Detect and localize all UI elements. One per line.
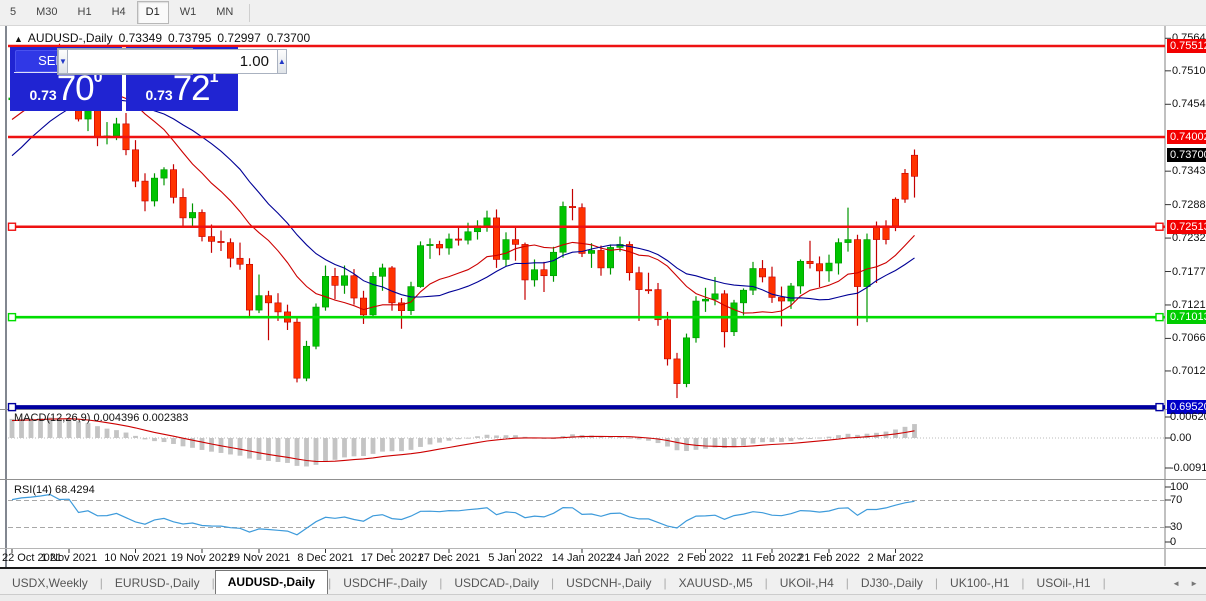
ask-small: 0.73 — [145, 87, 172, 103]
tab-ukoil-h4[interactable]: UKOil-,H4 — [768, 573, 846, 594]
volume-decrease-icon[interactable]: ▼ — [58, 49, 68, 74]
line-price-label: 0.72513 — [1167, 220, 1206, 234]
bid-small: 0.73 — [29, 87, 56, 103]
bid-quote: 0.73700 — [10, 69, 122, 109]
rsi-value: 68.4294 — [55, 484, 95, 496]
price-tick-label: 0.72880 — [1172, 199, 1206, 211]
date-tick-label: 21 Feb 2022 — [798, 552, 860, 564]
current-price-label: 0.73700 — [1167, 148, 1206, 162]
volume-input[interactable] — [68, 49, 277, 74]
tab-usdchf-daily[interactable]: USDCHF-,Daily — [331, 573, 439, 594]
macd-axis-label: -0.009193 — [1170, 462, 1206, 474]
line-price-label: 0.74002 — [1167, 130, 1206, 144]
timeframe-button-h4[interactable]: H4 — [103, 1, 135, 24]
tab-usdx-weekly[interactable]: USDX,Weekly — [0, 573, 100, 594]
ohlc-high: 0.73795 — [168, 31, 211, 45]
line-price-label: 0.75512 — [1167, 39, 1206, 53]
tab-eurusd-daily[interactable]: EURUSD-,Daily — [103, 573, 212, 594]
date-tick-label: 10 Nov 2021 — [104, 552, 166, 564]
date-tick-label: 2 Feb 2022 — [678, 552, 734, 564]
tab-dj30-daily[interactable]: DJ30-,Daily — [849, 573, 935, 594]
tab-xauusd-m5[interactable]: XAUUSD-,M5 — [667, 573, 765, 594]
timeframe-button-mn[interactable]: MN — [207, 1, 242, 24]
macd-axis-label: 0.00 — [1170, 432, 1206, 444]
tab-usdcnh-daily[interactable]: USDCNH-,Daily — [554, 573, 663, 594]
date-tick-label: 11 Feb 2022 — [742, 552, 803, 564]
tab-scroll-arrows: ◄► — [1172, 573, 1198, 594]
price-tick-label: 0.71770 — [1172, 266, 1206, 278]
timeframe-button-5[interactable]: 5 — [1, 1, 25, 24]
timeframe-button-m30[interactable]: M30 — [27, 1, 66, 24]
tab-audusd-daily[interactable]: AUDUSD-,Daily — [215, 570, 328, 594]
macd-value-signal: 0.002383 — [142, 412, 188, 424]
tab-scroll-right-icon[interactable]: ► — [1190, 579, 1198, 588]
window-bottom-strip — [0, 594, 1206, 601]
rsi-label: RSI(14) 68.4294 — [14, 484, 95, 496]
timeframe-button-h1[interactable]: H1 — [69, 1, 101, 24]
date-tick-label: 29 Nov 2021 — [228, 552, 290, 564]
timeframe-toolbar: 5M30H1H4D1W1MN — [0, 0, 1206, 26]
timeframe-button-d1[interactable]: D1 — [137, 1, 169, 24]
price-tick-label: 0.70120 — [1172, 365, 1206, 377]
date-tick-label: 27 Dec 2021 — [418, 552, 480, 564]
tab-separator: | — [1103, 573, 1106, 594]
tab-scroll-left-icon[interactable]: ◄ — [1172, 579, 1180, 588]
date-tick-label: 17 Dec 2021 — [361, 552, 423, 564]
date-tick-label: 1 Nov 2021 — [41, 552, 97, 564]
ohlc-open: 0.73349 — [119, 31, 162, 45]
macd-value-main: 0.004396 — [93, 412, 139, 424]
rsi-axis-label: 0 — [1170, 536, 1206, 548]
tab-uk100-h1[interactable]: UK100-,H1 — [938, 573, 1021, 594]
rsi-axis-label: 70 — [1170, 494, 1206, 506]
one-click-trade-panel: SELL 0.73700 BUY 0.73721 ▼ ▲ — [10, 47, 238, 111]
date-tick-label: 24 Jan 2022 — [609, 552, 670, 564]
macd-axis-label: 0.006201 — [1170, 411, 1206, 423]
price-tick-label: 0.75100 — [1172, 65, 1206, 77]
rsi-axis-label: 100 — [1170, 481, 1206, 493]
ohlc-close: 0.73700 — [267, 31, 310, 45]
timeframe-button-w1[interactable]: W1 — [171, 1, 206, 24]
price-tick-label: 0.73435 — [1172, 165, 1206, 177]
volume-increase-icon[interactable]: ▲ — [277, 49, 287, 74]
macd-label: MACD(12,26,9) 0.004396 0.002383 — [14, 412, 188, 424]
date-tick-label: 14 Jan 2022 — [552, 552, 613, 564]
mt4-window: { "toolbar": { "buttons": [ {"label":"5"… — [0, 0, 1206, 601]
chart-title: ▲ AUDUSD-,Daily 0.73349 0.73795 0.72997 0.737… — [14, 31, 316, 45]
symbol-label: AUDUSD-,Daily — [28, 31, 113, 45]
price-tick-label: 0.70660 — [1172, 332, 1206, 344]
ohlc-low: 0.72997 — [217, 31, 260, 45]
ask-quote: 0.73721 — [126, 69, 238, 109]
date-tick-label: 8 Dec 2021 — [297, 552, 353, 564]
price-tick-label: 0.74545 — [1172, 98, 1206, 110]
tab-usoil-h1[interactable]: USOil-,H1 — [1025, 573, 1103, 594]
line-price-label: 0.71013 — [1167, 310, 1206, 324]
toolbar-separator — [249, 4, 250, 22]
chart-tab-bar: USDX,Weekly|EURUSD-,Daily|AUDUSD-,Daily|… — [0, 569, 1206, 594]
date-tick-label: 5 Jan 2022 — [488, 552, 542, 564]
volume-spinner: ▼ ▲ — [57, 48, 193, 75]
date-tick-label: 2 Mar 2022 — [868, 552, 924, 564]
collapse-arrow-icon[interactable]: ▲ — [14, 34, 23, 44]
price-tick-label: 0.72325 — [1172, 232, 1206, 244]
date-tick-label: 19 Nov 2021 — [171, 552, 233, 564]
rsi-axis-label: 30 — [1170, 521, 1206, 533]
tab-usdcad-daily[interactable]: USDCAD-,Daily — [442, 573, 551, 594]
